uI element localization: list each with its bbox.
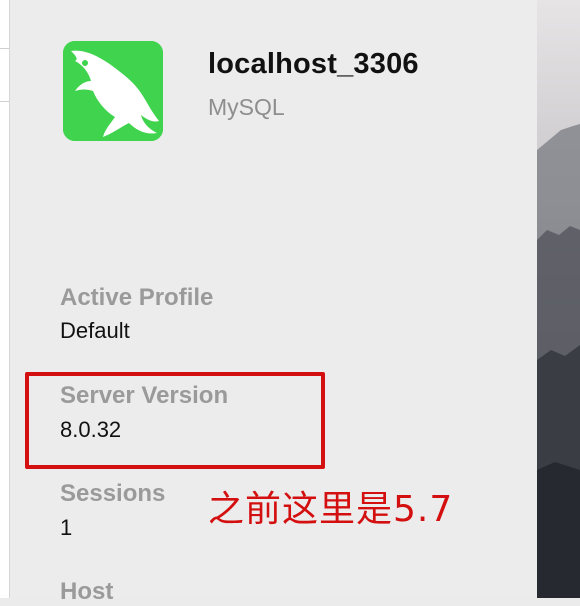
connection-type: MySQL xyxy=(208,94,285,120)
sessions-value: 1 xyxy=(60,515,73,540)
active-profile-label: Active Profile xyxy=(60,284,214,311)
mysql-dolphin-icon xyxy=(63,41,163,141)
mountain-wallpaper-image xyxy=(537,0,580,598)
divider xyxy=(0,48,9,49)
desktop-wallpaper xyxy=(537,0,580,598)
divider xyxy=(0,101,9,102)
connection-name: localhost_3306 xyxy=(208,48,419,80)
annotation-highlight-box xyxy=(25,372,325,469)
host-label: Host xyxy=(60,578,114,605)
sessions-label: Sessions xyxy=(60,480,166,507)
active-profile-value: Default xyxy=(60,318,130,343)
adjacent-window-edge xyxy=(0,0,10,598)
annotation-text: 之前这里是5.7 xyxy=(208,489,454,530)
